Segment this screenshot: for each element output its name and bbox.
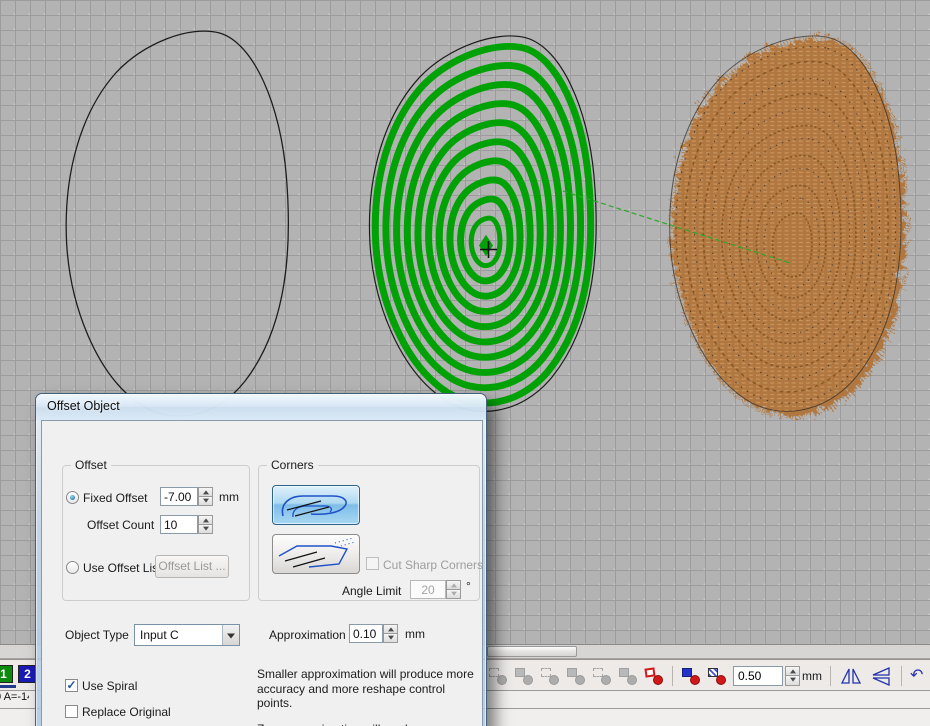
dialog-title: Offset Object [47,399,120,413]
angle-limit-label: Angle Limit [342,584,401,598]
offset-distance-spinner [785,666,800,686]
spiral-center-dot [479,235,493,256]
offset-spiral-object[interactable] [369,36,596,411]
corners-group-caption: Corners [267,458,318,472]
approximation-label: Approximation [269,628,346,642]
offset-list-button[interactable]: Offset List ... [155,555,229,578]
palette-swatch-1[interactable]: 1 [0,665,13,683]
spin-up-icon[interactable] [198,487,213,497]
offset-count-label: Offset Count [87,518,154,532]
offset-spiral-rings [375,46,590,403]
stitched-object[interactable] [670,36,901,411]
use-spiral-label: Use Spiral [82,679,137,693]
check-icon: ✓ [66,678,76,692]
spin-up-icon[interactable] [383,624,398,634]
shaping-simplify-icon[interactable] [566,667,586,685]
shaping-back-minus-front-icon[interactable] [618,667,638,685]
active-swatch-underline [0,685,16,688]
approximation-spinner [383,624,398,643]
offset-distance-input[interactable] [733,666,783,686]
rounded-corners-icon [273,486,359,524]
fixed-offset-input[interactable] [161,488,197,505]
color-object-icon[interactable] [681,667,701,685]
fixed-offset-spinner [198,487,213,506]
spin-down-icon[interactable] [383,634,398,643]
dialog-titlebar[interactable]: Offset Object [36,394,486,420]
angle-limit-field[interactable] [410,580,446,599]
use-spiral-checkbox[interactable]: ✓ [65,679,78,692]
object-type-value: Input C [140,628,179,642]
sharp-corners-button[interactable] [272,534,360,574]
fixed-offset-radio[interactable] [66,491,79,504]
cut-sharp-corners-label: Cut Sharp Corners [383,558,483,572]
spin-down-icon[interactable] [785,676,800,686]
offset-count-field[interactable] [160,515,198,534]
approximation-field[interactable] [349,624,383,643]
application-window: mm ↶ ↷ ↺ 1 2 0 A=-14 Offset Object [0,0,930,726]
sharp-corners-icon [273,535,359,573]
cut-sharp-corners-checkbox[interactable] [366,557,379,570]
replace-original-checkbox[interactable] [65,705,78,718]
pattern-fill-icon[interactable] [707,667,727,685]
fixed-offset-field[interactable] [160,487,198,506]
toolbar-separator [830,666,831,686]
use-offset-list-label: Use Offset List [83,561,161,575]
shaping-intersect-icon[interactable] [540,667,560,685]
dialog-body: Offset Fixed Offset mm Offset Count Use … [41,420,483,726]
chevron-down-icon[interactable] [222,625,239,645]
fixed-offset-label: Fixed Offset [83,491,147,505]
fixed-offset-unit-label: mm [219,490,239,504]
spin-down-icon[interactable] [198,497,213,506]
approximation-input[interactable] [350,625,382,642]
horizontal-scrollbar-thumb[interactable] [487,646,577,657]
color-palette: 1 2 [0,665,37,683]
offset-count-spinner [198,515,213,534]
toolbar-separator [672,666,673,686]
spin-down-icon[interactable] [446,590,461,599]
angle-limit-input[interactable] [411,581,445,598]
replace-original-label: Replace Original [82,705,171,719]
spin-up-icon[interactable] [446,580,461,590]
angle-limit-spinner [446,580,461,599]
offset-group-caption: Offset [71,458,111,472]
rotate-left-icon[interactable]: ↶ [910,666,923,686]
offset-distance-unit-label: mm [802,669,822,683]
status-coordinates-text: 0 A=-14 [0,691,29,703]
spin-down-icon[interactable] [198,525,213,534]
angle-limit-unit-label: ° [466,579,471,593]
offset-object-dialog: Offset Object Offset Fixed Offset mm Off… [35,393,487,726]
outline-object[interactable] [66,31,288,416]
object-type-combobox[interactable]: Input C [134,624,240,646]
spin-up-icon[interactable] [785,666,800,677]
object-type-label: Object Type [65,628,129,642]
rounded-corners-button[interactable] [272,485,360,525]
mirror-vertical-icon[interactable] [869,666,893,686]
shaping-weld-icon[interactable] [488,667,508,685]
zero-approximation-help-text: Zero approximation will produce a very a… [257,722,483,726]
mirror-horizontal-icon[interactable] [839,666,863,686]
approximation-help-text: Smaller approximation will produce more … [257,667,483,711]
use-offset-list-radio[interactable] [66,561,79,574]
shaping-trim-icon[interactable] [514,667,534,685]
approximation-unit-label: mm [405,627,425,641]
offset-groupbox: Offset [62,465,250,601]
shaping-front-minus-back-icon[interactable] [592,667,612,685]
toolbar-separator [901,666,902,686]
remove-overlaps-icon[interactable] [644,667,664,685]
offset-count-input[interactable] [161,516,197,533]
spin-up-icon[interactable] [198,515,213,525]
